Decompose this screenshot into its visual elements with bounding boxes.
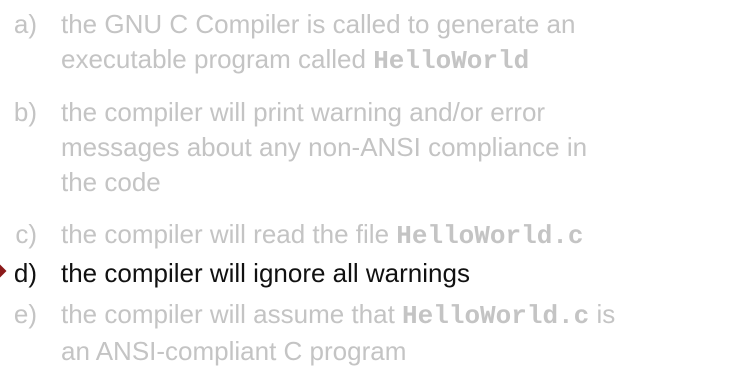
code-filename: HelloWorld.c xyxy=(402,301,590,331)
option-text: the compiler will assume that HelloWorld… xyxy=(61,297,737,369)
option-marker: c) xyxy=(15,219,37,249)
option-marker: a) xyxy=(13,9,37,39)
code-filename: HelloWorld xyxy=(373,46,530,76)
selection-pointer-icon xyxy=(0,262,7,280)
answer-options: a) the GNU C Compiler is called to gener… xyxy=(0,0,746,374)
option-line: the compiler will read the file HelloWor… xyxy=(61,217,737,254)
option-marker: e) xyxy=(13,299,37,329)
option-text: the GNU C Compiler is called to generate… xyxy=(61,7,737,79)
option-marker: d) xyxy=(13,258,37,288)
option-line: the compiler will print warning and/or e… xyxy=(61,95,737,130)
option-line-text: the code xyxy=(61,167,161,197)
option-line-text: messages about any non-ANSI compliance i… xyxy=(61,132,588,162)
option-text: the compiler will ignore all warnings xyxy=(61,256,737,291)
option-line-text: the compiler will print warning and/or e… xyxy=(61,97,546,127)
option-text: the compiler will print warning and/or e… xyxy=(61,95,737,200)
option-line-text: is xyxy=(589,299,616,329)
option-text: the compiler will read the file HelloWor… xyxy=(61,217,737,254)
option-line-text: the compiler will assume that xyxy=(61,299,403,329)
option-line-text: an ANSI-compliant C program xyxy=(61,336,407,366)
option-line-text: executable program called xyxy=(61,44,374,74)
option-marker: b) xyxy=(13,97,37,127)
code-filename: HelloWorld.c xyxy=(396,221,584,251)
option-line: messages about any non-ANSI compliance i… xyxy=(61,130,737,165)
option-line-text: the GNU C Compiler is called to generate… xyxy=(61,9,576,39)
option-line: the compiler will assume that HelloWorld… xyxy=(61,297,737,334)
option-line: an ANSI-compliant C program xyxy=(61,334,737,369)
option-line-text: the compiler will ignore all warnings xyxy=(61,258,470,288)
option-line: the GNU C Compiler is called to generate… xyxy=(61,7,737,42)
option-line: executable program called HelloWorld xyxy=(61,42,737,79)
option-line-text: the compiler will read the file xyxy=(61,219,397,249)
option-line: the compiler will ignore all warnings xyxy=(61,256,737,291)
option-line: the code xyxy=(61,165,737,200)
